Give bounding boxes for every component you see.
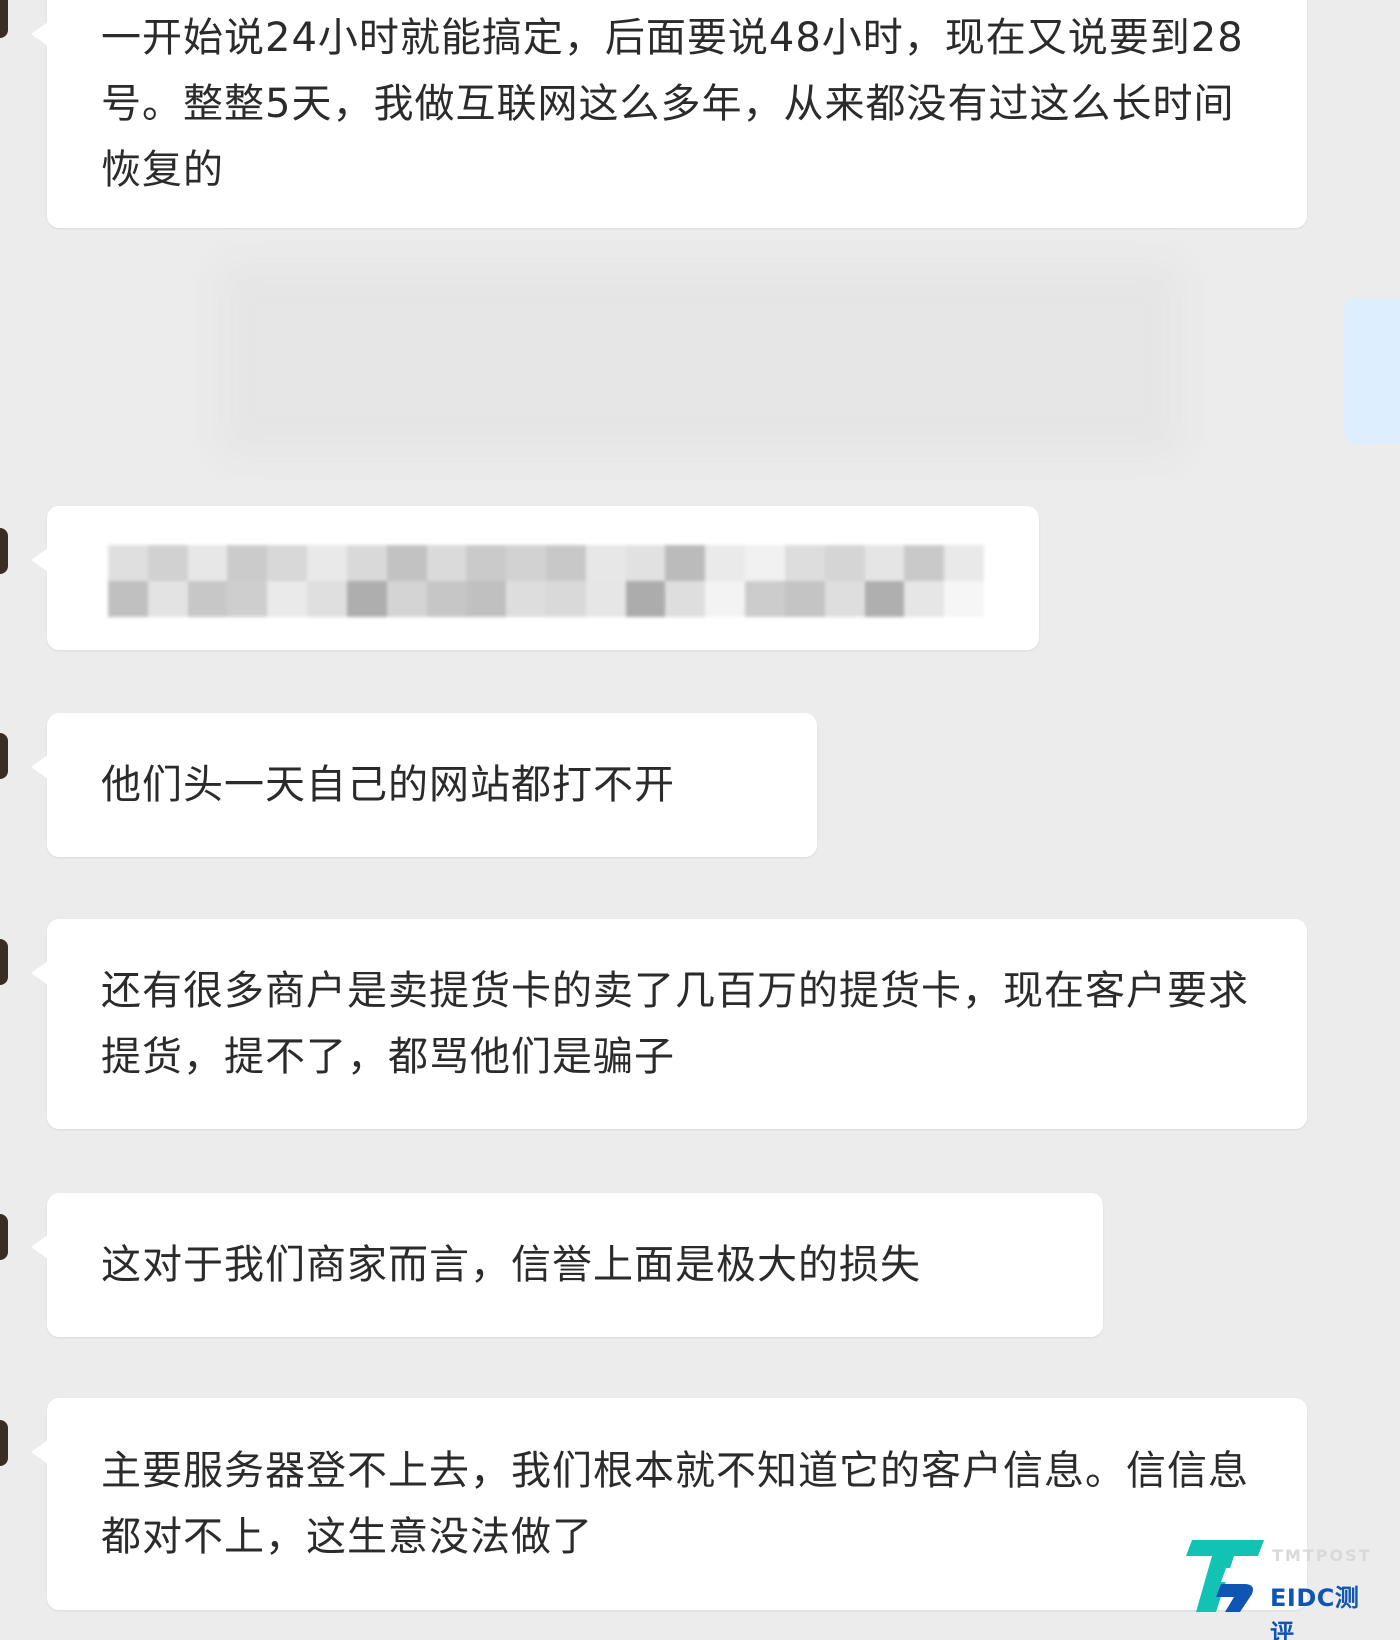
message-bubble: 这对于我们商家而言，信誉上面是极大的损失 xyxy=(31,1193,1103,1337)
message-text: 还有很多商户是卖提货卡的卖了几百万的提货卡，现在客户要求提货，提不了，都骂他们是… xyxy=(101,968,1249,1080)
message-bubble: 他们头一天自己的网站都打不开 xyxy=(31,713,817,857)
message-text: 一开始说24小时就能搞定，后面要说48小时，现在又说要到28号。整整5天，我做互… xyxy=(101,15,1244,193)
redacted-message-text xyxy=(108,545,984,617)
tt-logo-icon xyxy=(1186,1540,1264,1612)
message-bubble: 还有很多商户是卖提货卡的卖了几百万的提货卡，现在客户要求提货，提不了，都骂他们是… xyxy=(31,919,1307,1129)
chat-window: 一开始说24小时就能搞定，后面要说48小时，现在又说要到28号。整整5天，我做互… xyxy=(0,0,1400,1640)
redacted-area xyxy=(220,265,1180,455)
avatar[interactable] xyxy=(0,733,8,779)
avatar[interactable] xyxy=(0,939,8,985)
message-text: 他们头一天自己的网站都打不开 xyxy=(101,762,675,808)
message-bubble: 一开始说24小时就能搞定，后面要说48小时，现在又说要到28号。整整5天，我做互… xyxy=(31,0,1307,228)
avatar[interactable] xyxy=(0,0,8,38)
message-bubble: 主要服务器登不上去，我们根本就不知道它的客户信息。信信息都对不上，这生意没法做了 xyxy=(31,1398,1307,1610)
avatar[interactable] xyxy=(0,1420,8,1466)
watermark-brand-text: EIDC测评 xyxy=(1270,1584,1360,1640)
watermark-top-text: TMTPOST xyxy=(1272,1546,1372,1565)
message-bubble-self xyxy=(1344,298,1400,444)
avatar[interactable] xyxy=(0,528,8,574)
message-text: 这对于我们商家而言，信誉上面是极大的损失 xyxy=(101,1242,921,1288)
watermark: TMTPOST EIDC测评 xyxy=(1182,1534,1372,1640)
message-text: 主要服务器登不上去，我们根本就不知道它的客户信息。信信息都对不上，这生意没法做了 xyxy=(101,1448,1249,1560)
avatar[interactable] xyxy=(0,1214,8,1260)
